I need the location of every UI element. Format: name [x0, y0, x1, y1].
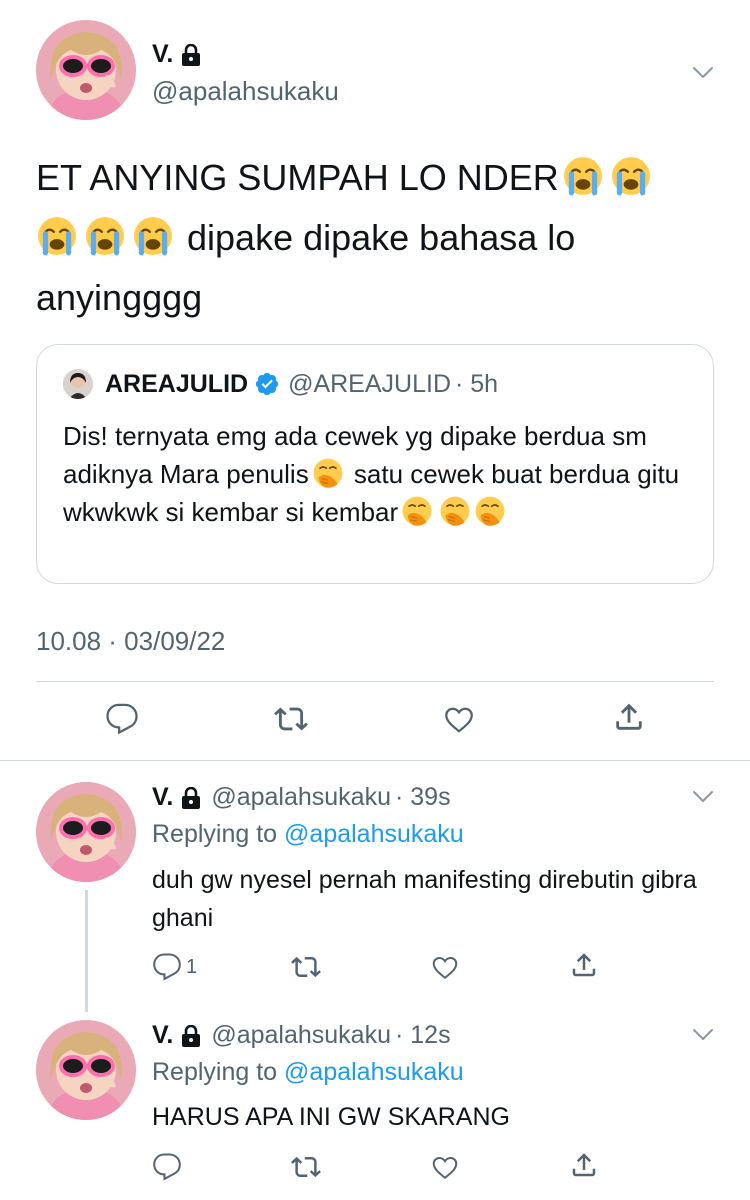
like-icon	[430, 1152, 460, 1182]
retweet-button[interactable]	[291, 950, 325, 984]
loudly-crying-face-emoji	[132, 215, 174, 257]
author-name-row[interactable]: V.	[152, 40, 201, 69]
quoted-author-handle: @AREAJULID	[288, 369, 451, 398]
chevron-down-icon[interactable]	[692, 66, 714, 80]
like-icon	[442, 702, 476, 736]
like-button[interactable]	[430, 1150, 464, 1184]
author-avatar[interactable]	[36, 20, 136, 120]
like-button[interactable]	[442, 702, 476, 736]
author-name[interactable]: V.	[152, 40, 173, 69]
retweet-icon	[291, 952, 321, 982]
reply-avatar[interactable]	[36, 1020, 136, 1120]
reply-author-name[interactable]: V.	[152, 783, 173, 812]
like-icon	[430, 952, 460, 982]
reply-text: duh gw nyesel pernah manifesting direbut…	[152, 866, 697, 932]
replying-to-link[interactable]: @apalahsukaku	[284, 820, 464, 848]
retweet-icon	[291, 1152, 321, 1182]
replying-to-label: Replying to	[152, 1058, 285, 1086]
quoted-author-name: AREAJULID	[105, 369, 249, 398]
retweet-icon	[274, 702, 308, 736]
face-with-hand-over-mouth-emoji	[474, 495, 506, 527]
face-with-hand-over-mouth-emoji	[439, 495, 471, 527]
reply-count: 1	[186, 955, 198, 978]
reply-header: V. @apalahsukaku · 12s	[152, 1021, 451, 1050]
loudly-crying-face-emoji	[84, 215, 126, 257]
reply-button[interactable]: 1	[152, 950, 212, 984]
quoted-tweet-header: AREAJULID @AREAJULID · 5h	[63, 369, 498, 399]
quoted-author-avatar	[63, 369, 93, 399]
author-handle[interactable]: @apalahsukaku	[152, 76, 339, 107]
replying-to: Replying to @apalahsukaku	[152, 1058, 464, 1087]
reply-icon	[105, 702, 139, 736]
reply-author-handle[interactable]: @apalahsukaku	[211, 783, 391, 812]
quoted-tweet-time: · 5h	[455, 369, 499, 398]
replying-to: Replying to @apalahsukaku	[152, 820, 464, 849]
share-button[interactable]	[569, 948, 603, 982]
reply-button[interactable]	[152, 1150, 186, 1184]
replying-to-link[interactable]: @apalahsukaku	[284, 1058, 464, 1086]
chevron-down-icon[interactable]	[692, 790, 714, 804]
lock-icon	[181, 1025, 201, 1047]
reply-header: V. @apalahsukaku · 39s	[152, 783, 451, 812]
reply-icon	[152, 1152, 182, 1182]
loudly-crying-face-emoji	[562, 155, 604, 197]
face-with-hand-over-mouth-emoji	[401, 495, 433, 527]
face-with-hand-over-mouth-emoji	[312, 457, 344, 489]
quoted-tweet[interactable]: AREAJULID @AREAJULID · 5h Dis! ternyata …	[36, 344, 714, 584]
reply-avatar[interactable]	[36, 782, 136, 882]
verified-badge-icon	[255, 372, 279, 396]
retweet-button[interactable]	[274, 702, 308, 736]
like-button[interactable]	[430, 950, 464, 984]
share-button[interactable]	[612, 700, 646, 734]
reply-author-name[interactable]: V.	[152, 1021, 173, 1050]
tweet-text-part1: ET ANYING SUMPAH LO NDER	[36, 157, 559, 198]
divider	[0, 760, 750, 761]
share-icon	[569, 950, 599, 980]
share-icon	[569, 1150, 599, 1180]
lock-icon	[181, 44, 201, 66]
share-icon	[612, 700, 646, 734]
chevron-down-icon[interactable]	[692, 1028, 714, 1042]
reply-time[interactable]: · 39s	[395, 783, 451, 812]
loudly-crying-face-emoji	[610, 155, 652, 197]
tweet-text: ET ANYING SUMPAH LO NDER dipake dipake b…	[36, 148, 726, 328]
thread-line	[85, 890, 88, 1012]
reply-button[interactable]	[105, 702, 139, 736]
retweet-button[interactable]	[291, 1150, 325, 1184]
divider	[36, 681, 714, 682]
reply-time[interactable]: · 12s	[395, 1021, 451, 1050]
tweet-timestamp[interactable]: 10.08 · 03/09/22	[36, 626, 225, 657]
reply-icon	[152, 952, 182, 982]
lock-icon	[181, 787, 201, 809]
reply-author-handle[interactable]: @apalahsukaku	[211, 1021, 391, 1050]
reply-text: HARUS APA INI GW SKARANG	[152, 1103, 510, 1131]
loudly-crying-face-emoji	[36, 215, 78, 257]
replying-to-label: Replying to	[152, 820, 285, 848]
share-button[interactable]	[569, 1148, 603, 1182]
quoted-tweet-text: Dis! ternyata emg ada cewek yg dipake be…	[63, 417, 703, 531]
